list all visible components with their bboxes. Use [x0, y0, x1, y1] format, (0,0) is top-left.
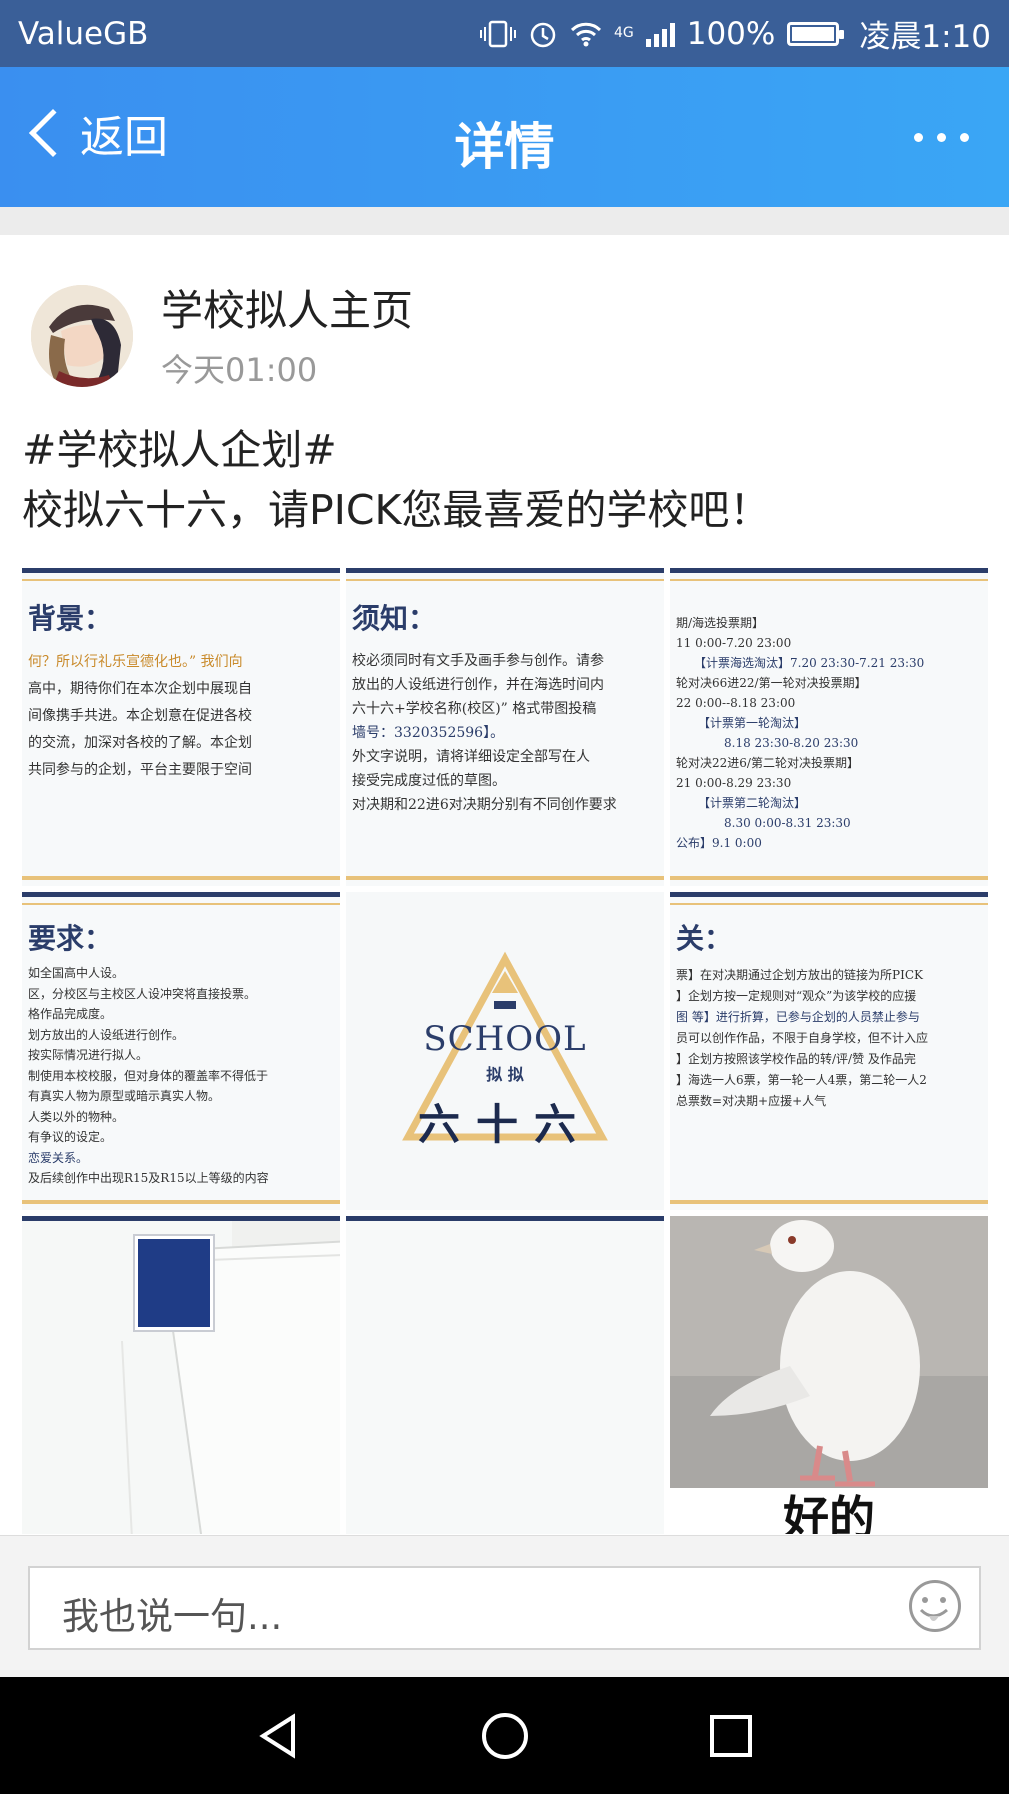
doc-line: 8.30 0:00-8.31 23:30	[724, 816, 851, 830]
doc-line: 放出的人设纸进行创作，并在海选时间内	[352, 677, 604, 693]
doc-line: 】企划方按照该学校作品的转/评/赞 及作品完	[676, 1052, 916, 1066]
doc-line: 按实际情况进行拟人。	[28, 1048, 149, 1062]
battery-icon	[787, 21, 845, 46]
battery-percent: 100%	[686, 15, 776, 52]
post-image-8[interactable]	[346, 1216, 664, 1534]
pigeon-illustration	[670, 1216, 988, 1534]
author-avatar[interactable]	[31, 285, 133, 387]
doc-line: 轮对决66进22/第一轮对决投票期】	[676, 676, 867, 690]
post-image-2[interactable]: 须知： 校必须同时有文手及画手参与创作。请参 放出的人设纸进行创作，并在海选时间…	[346, 568, 664, 886]
doc-line: 的交流，加深对各校的了解。本企划	[28, 735, 252, 751]
vibrate-icon	[479, 20, 516, 47]
doc-line: 期/海选投票期】	[676, 616, 765, 630]
status-icons: 4G 100% 凌晨1:10	[479, 11, 991, 56]
paper-illustration	[121, 1221, 340, 1534]
doc-line: 21 0:00-8.29 23:30	[676, 776, 792, 790]
doc-line: 接受完成度过低的草图。	[352, 773, 506, 789]
doc-line: 有争议的设定。	[28, 1130, 113, 1144]
doc-line: 格作品完成度。	[28, 1007, 113, 1021]
doc-line: 何？所以行礼乐宣德化也。” 我们向	[28, 654, 243, 670]
post-text: 校拟六十六，请PICK您最喜爱的学校吧！	[22, 486, 771, 534]
school-logo: SCHOOL 拟 拟 六十六	[346, 892, 664, 1210]
more-dot	[914, 133, 923, 142]
doc-heading: 背景：	[28, 602, 113, 635]
doc-line: 划方放出的人设纸进行创作。	[28, 1027, 185, 1042]
alarm-icon	[530, 22, 556, 47]
author-name[interactable]: 学校拟人主页	[161, 277, 413, 338]
clock: 凌晨1:10	[859, 19, 991, 55]
top-navbar: 返回 详情	[0, 67, 1009, 207]
doc-line: 及后续创作中出现R15及R15以上等级的内容	[28, 1171, 269, 1185]
post-hashtag[interactable]: #学校拟人企划#	[22, 420, 770, 480]
doc-line: 8.18 23:30-8.20 23:30	[724, 736, 859, 750]
doc-heading: 须知：	[352, 602, 437, 635]
back-triangle-icon[interactable]	[253, 1711, 303, 1761]
post-image-9[interactable]: 好的	[670, 1216, 988, 1534]
doc-heading: 关：	[676, 922, 733, 955]
home-circle-icon[interactable]	[480, 1711, 530, 1761]
doc-line: 【计票第二轮淘汰】	[698, 796, 807, 810]
page-title: 详情	[454, 118, 555, 176]
post-timestamp: 今天01:00	[161, 351, 318, 389]
doc-line: 总票数=对决期+应援+人气	[676, 1094, 827, 1108]
post-image-3[interactable]: 期/海选投票期】 11 0:00-7.20 23:00 【计票海选淘汰】7.20…	[670, 568, 988, 886]
doc-line: 员可以创作作品，不限于自身学校，但不计入应	[676, 1031, 929, 1045]
doc-line: 票】在对决期通过企划方放出的链接为所PICK	[676, 968, 923, 982]
doc-line: 图 等】进行折算，已参与企划的人员禁止参与	[676, 1010, 920, 1024]
doc-line: 【计票第一轮淘汰】	[698, 716, 807, 730]
doc-line: 】海选一人6票，第一轮一人4票，第二轮一人2	[676, 1073, 927, 1087]
doc-line: 【计票海选淘汰】7.20 23:30-7.21 23:30	[694, 656, 925, 670]
post-image-6[interactable]: 关： 票】在对决期通过企划方放出的链接为所PICK 】企划方按一定规则对“观众”…	[670, 892, 988, 1210]
image-grid: 背景： 何？所以行礼乐宣德化也。” 我们向 高中，期待你们在本次企划中展现自 间…	[22, 568, 988, 1534]
network-type: 4G	[613, 25, 634, 41]
post-image-5[interactable]: SCHOOL 拟 拟 六十六	[346, 892, 664, 1210]
logo-school-text: SCHOOL	[423, 1019, 587, 1059]
doc-line: 对决期和22进6对决期分别有不同创作要求	[352, 797, 617, 813]
post-image-4[interactable]: 要求： 如全国高中人设。 区，分校区与主校区人设冲突将直接投票。 格作品完成度。…	[22, 892, 340, 1210]
doc-line: 间像携手共进。本企划意在促进各校	[28, 708, 252, 724]
status-bar: ValueGB 4G 100% 凌晨1:10	[0, 0, 1009, 67]
doc-line: 校必须同时有文手及画手参与创作。请参	[352, 653, 604, 669]
doc-line: 恋爱关系。	[28, 1150, 89, 1165]
doc-line: 轮对决22进6/第二轮对决投票期】	[676, 756, 859, 770]
more-button[interactable]	[914, 133, 969, 142]
section-divider	[0, 207, 1009, 235]
doc-line: 区，分校区与主校区人设冲突将直接投票。	[28, 986, 257, 1001]
doc-line: 11 0:00-7.20 23:00	[676, 636, 792, 650]
doc-line: 人类以外的物种。	[28, 1109, 125, 1124]
post-image-7[interactable]	[22, 1216, 340, 1534]
comment-input[interactable]: 我也说一句...	[28, 1566, 981, 1650]
pigeon-caption: 好的	[670, 1488, 988, 1534]
doc-line: 六十六+学校名称(校区)” 格式带图投稿	[352, 701, 597, 717]
more-dot	[960, 133, 969, 142]
doc-line: 墙号：3320352596】。	[352, 725, 505, 741]
wifi-icon	[570, 22, 602, 46]
doc-line: 高中，期待你们在本次企划中展现自	[28, 681, 252, 697]
comment-bar: 我也说一句...	[0, 1535, 1009, 1677]
recents-square-icon[interactable]	[706, 1711, 756, 1761]
post-image-1[interactable]: 背景： 何？所以行礼乐宣德化也。” 我们向 高中，期待你们在本次企划中展现自 间…	[22, 568, 340, 886]
more-dot	[937, 133, 946, 142]
logo-title: 六十六	[417, 1100, 592, 1149]
doc-heading: 要求：	[28, 922, 113, 955]
emoji-icon[interactable]	[909, 1580, 961, 1632]
doc-line: 外文字说明，请将详细设定全部写在人	[352, 749, 590, 765]
logo-subtitle: 拟 拟	[486, 1065, 524, 1084]
doc-line: 】企划方按一定规则对“观众”为该学校的应援	[676, 989, 917, 1003]
doc-line: 制使用本校校服，但对身体的覆盖率不得低于	[28, 1068, 269, 1083]
doc-line: 公布】9.1 0:00	[676, 836, 762, 850]
doc-line: 共同参与的企划，平台主要限于空间	[28, 762, 252, 778]
emoji-face-icon	[919, 1597, 948, 1621]
post-body: #学校拟人企划# 校拟六十六，请PICK您最喜爱的学校吧！	[22, 420, 770, 540]
carrier-name: ValueGB	[18, 15, 149, 52]
doc-line: 22 0:00--8.18 23:00	[676, 696, 796, 710]
system-nav-bar	[0, 1677, 1009, 1794]
avatar-illustration	[31, 285, 133, 387]
doc-line: 有真实人物为原型或暗示真实人物。	[28, 1089, 221, 1103]
signal-icon	[645, 21, 675, 47]
doc-line: 如全国高中人设。	[28, 966, 125, 980]
